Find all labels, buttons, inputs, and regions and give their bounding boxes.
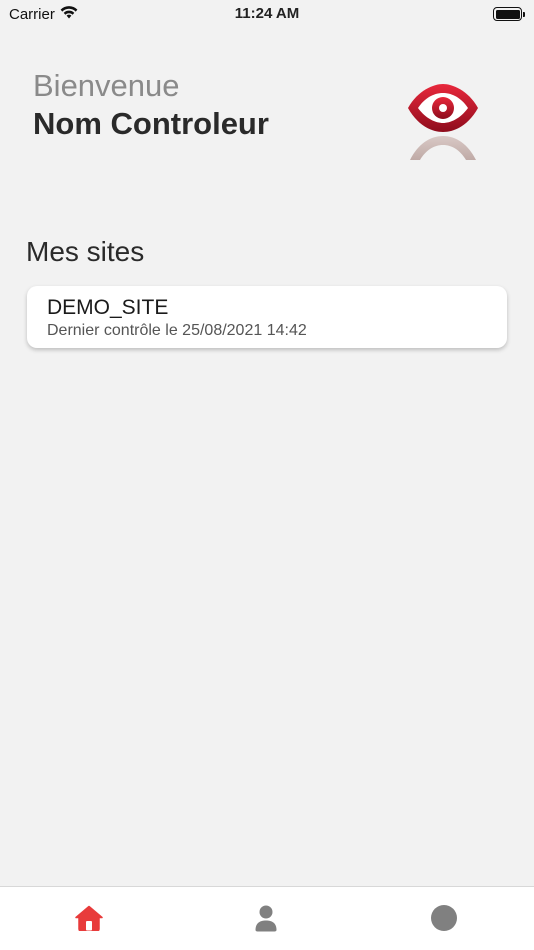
site-name: DEMO_SITE	[47, 296, 169, 319]
carrier-label: Carrier	[9, 5, 55, 23]
tab-bar	[0, 886, 534, 950]
site-last-check: Dernier contrôle le 25/08/2021 14:42	[47, 322, 307, 339]
status-bar: Carrier	[0, 0, 534, 28]
tab-other[interactable]	[429, 904, 459, 937]
welcome-label: Bienvenue	[33, 68, 180, 103]
home-icon	[75, 905, 103, 936]
eye-person-logo-icon	[404, 82, 482, 162]
site-card[interactable]: DEMO_SITE Dernier contrôle le 25/08/2021…	[27, 286, 507, 348]
tab-home[interactable]	[74, 905, 104, 935]
status-left: Carrier	[9, 6, 78, 23]
wifi-icon	[60, 5, 78, 23]
circle-icon	[430, 904, 458, 937]
app-screen: Carrier 11:24 AM Bienvenue Nom Controleu…	[0, 0, 534, 950]
user-icon	[254, 904, 278, 937]
sites-section-title: Mes sites	[26, 236, 145, 267]
controller-name: Nom Controleur	[33, 106, 269, 141]
tab-profile[interactable]	[251, 905, 281, 935]
battery-icon	[493, 7, 525, 21]
